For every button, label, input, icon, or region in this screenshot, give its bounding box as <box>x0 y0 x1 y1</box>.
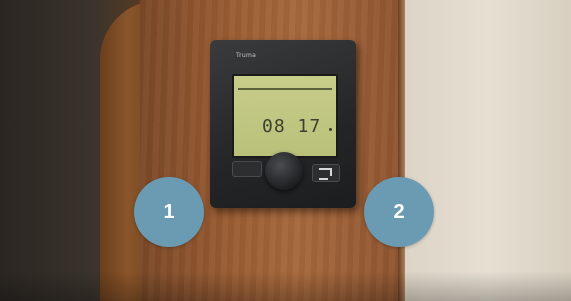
photo-scene: Truma 08 17 1 2 <box>0 0 571 301</box>
callout-marker-2: 2 <box>364 177 434 247</box>
brand-logo: Truma <box>236 52 257 59</box>
floor-shadow <box>0 271 571 301</box>
rotary-knob[interactable] <box>265 152 303 190</box>
callout-marker-label: 2 <box>393 200 405 223</box>
display-time: 08 17 <box>262 116 322 137</box>
control-panel-device: Truma 08 17 <box>210 40 356 208</box>
callout-marker-label: 1 <box>163 200 175 223</box>
left-button[interactable] <box>232 161 262 177</box>
callout-marker-1: 1 <box>134 177 204 247</box>
display-divider <box>238 88 332 90</box>
light-wall <box>405 0 571 301</box>
display-indicator <box>329 128 332 131</box>
lcd-display: 08 17 <box>232 74 338 158</box>
return-icon <box>319 168 332 180</box>
return-button[interactable] <box>312 164 340 182</box>
